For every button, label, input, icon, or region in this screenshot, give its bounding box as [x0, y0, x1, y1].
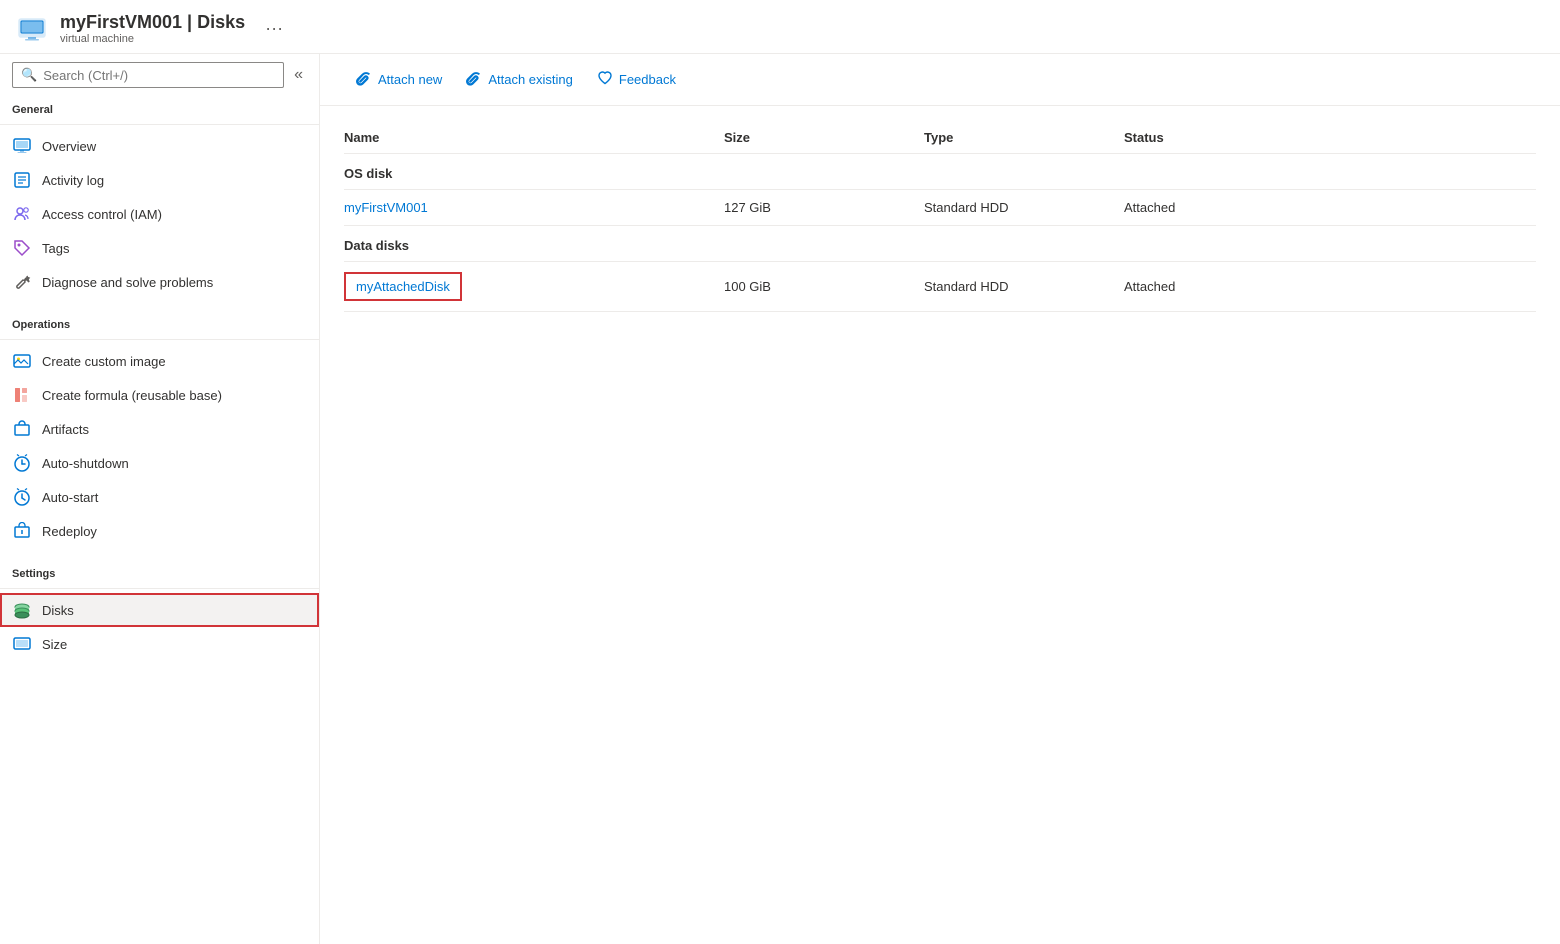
clock2-icon — [12, 487, 32, 507]
col-header-status: Status — [1124, 130, 1324, 145]
table-row: myFirstVM001 127 GiB Standard HDD Attach… — [344, 190, 1536, 226]
sidebar-item-label: Size — [42, 637, 67, 652]
os-disk-name-link[interactable]: myFirstVM001 — [344, 200, 428, 215]
sidebar-item-artifacts[interactable]: Artifacts — [0, 412, 319, 446]
heart-icon — [597, 70, 613, 89]
os-disk-name-cell: myFirstVM001 — [344, 200, 724, 215]
page-header: myFirstVM001 | Disks virtual machine ··· — [0, 0, 1560, 54]
toolbar: Attach new Attach existing Feedback — [320, 54, 1560, 106]
os-disk-type-cell: Standard HDD — [924, 200, 1124, 215]
sidebar-search[interactable]: 🔍 — [12, 62, 284, 88]
collapse-sidebar-button[interactable]: « — [290, 64, 307, 86]
attach-new-label: Attach new — [378, 72, 442, 87]
sidebar-item-label: Activity log — [42, 173, 104, 188]
sidebar-item-label: Disks — [42, 603, 74, 618]
sidebar-item-diagnose[interactable]: Diagnose and solve problems — [0, 265, 319, 299]
section-label-settings: Settings — [0, 556, 319, 584]
paperclip-icon — [356, 70, 372, 89]
sidebar-item-label: Create custom image — [42, 354, 166, 369]
formula-icon — [12, 385, 32, 405]
attach-new-button[interactable]: Attach new — [344, 64, 454, 95]
tag-icon — [12, 238, 32, 258]
sidebar-item-auto-start[interactable]: Auto-start — [0, 480, 319, 514]
sidebar-item-label: Diagnose and solve problems — [42, 275, 213, 290]
col-header-type: Type — [924, 130, 1124, 145]
attach-existing-button[interactable]: Attach existing — [454, 64, 585, 95]
data-disk-name-link[interactable]: myAttachedDisk — [356, 279, 450, 294]
activity-log-icon — [12, 170, 32, 190]
sidebar-item-label: Tags — [42, 241, 69, 256]
sidebar-item-label: Redeploy — [42, 524, 97, 539]
paperclip2-icon — [466, 70, 482, 89]
section-label-general: General — [0, 92, 319, 120]
sidebar-item-label: Overview — [42, 139, 96, 154]
data-disk-section-title: Data disks — [344, 226, 1536, 262]
sidebar-item-create-image[interactable]: Create custom image — [0, 344, 319, 378]
feedback-label: Feedback — [619, 72, 676, 87]
disk-icon — [12, 600, 32, 620]
divider — [0, 588, 319, 589]
sidebar-item-size[interactable]: Size — [0, 627, 319, 661]
table-headers: Name Size Type Status — [344, 130, 1536, 154]
section-label-operations: Operations — [0, 307, 319, 335]
sidebar-item-auto-shutdown[interactable]: Auto-shutdown — [0, 446, 319, 480]
data-disk-size-cell: 100 GiB — [724, 279, 924, 294]
sidebar-item-label: Create formula (reusable base) — [42, 388, 222, 403]
content-area: Attach new Attach existing Feedback Name… — [320, 54, 1560, 944]
divider — [0, 124, 319, 125]
sidebar-item-overview[interactable]: Overview — [0, 129, 319, 163]
search-input[interactable] — [43, 68, 275, 83]
sidebar-body: General Overview Activity log Access con… — [0, 92, 319, 944]
data-disk-name-cell: myAttachedDisk — [344, 272, 724, 301]
divider — [0, 339, 319, 340]
os-disk-section-title: OS disk — [344, 154, 1536, 190]
feedback-button[interactable]: Feedback — [585, 64, 688, 95]
more-options-button[interactable]: ··· — [265, 18, 283, 39]
people-icon — [12, 204, 32, 224]
sidebar-item-label: Artifacts — [42, 422, 89, 437]
resource-type: virtual machine — [60, 33, 245, 45]
sidebar-item-disks[interactable]: Disks — [0, 593, 319, 627]
page-title: myFirstVM001 | Disks — [60, 12, 245, 33]
attach-existing-label: Attach existing — [488, 72, 573, 87]
artifacts-icon — [12, 419, 32, 439]
sidebar-item-activity-log[interactable]: Activity log — [0, 163, 319, 197]
clock-icon — [12, 453, 32, 473]
sidebar-item-create-formula[interactable]: Create formula (reusable base) — [0, 378, 319, 412]
table-row: myAttachedDisk 100 GiB Standard HDD Atta… — [344, 262, 1536, 312]
monitor-icon — [12, 136, 32, 156]
data-disk-type-cell: Standard HDD — [924, 279, 1124, 294]
sidebar: 🔍 « General Overview Activity log — [0, 54, 320, 944]
sidebar-item-label: Access control (IAM) — [42, 207, 162, 222]
wrench-icon — [12, 272, 32, 292]
disk-table: Name Size Type Status OS disk myFirstVM0… — [320, 106, 1560, 944]
sidebar-item-redeploy[interactable]: Redeploy — [0, 514, 319, 548]
sidebar-item-access-control[interactable]: Access control (IAM) — [0, 197, 319, 231]
image-icon — [12, 351, 32, 371]
col-header-name: Name — [344, 130, 724, 145]
header-title-group: myFirstVM001 | Disks virtual machine — [60, 12, 245, 45]
redeploy-icon — [12, 521, 32, 541]
sidebar-item-label: Auto-start — [42, 490, 98, 505]
vm-icon — [16, 13, 48, 45]
sidebar-item-label: Auto-shutdown — [42, 456, 129, 471]
main-layout: 🔍 « General Overview Activity log — [0, 54, 1560, 944]
size-icon — [12, 634, 32, 654]
os-disk-size-cell: 127 GiB — [724, 200, 924, 215]
data-disk-status-cell: Attached — [1124, 279, 1324, 294]
os-disk-status-cell: Attached — [1124, 200, 1324, 215]
col-header-size: Size — [724, 130, 924, 145]
sidebar-item-tags[interactable]: Tags — [0, 231, 319, 265]
search-icon: 🔍 — [21, 67, 37, 83]
